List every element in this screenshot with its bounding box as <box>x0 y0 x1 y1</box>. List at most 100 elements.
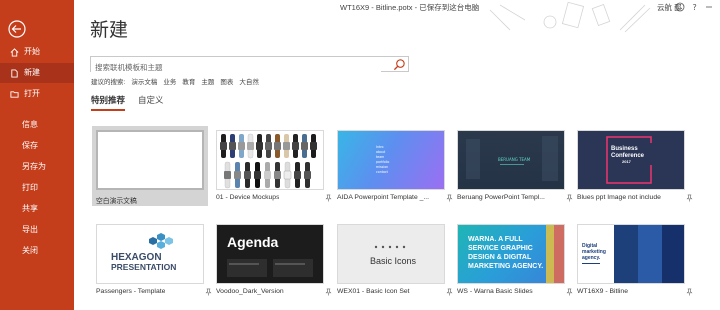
back-arrow-icon[interactable] <box>8 20 26 38</box>
template-card-voodoo[interactable]: Agenda Voodoo_Dark_Version <box>216 224 336 300</box>
template-caption: AIDA Powerpoint Template _... <box>337 194 457 202</box>
svg-text:PRESENTATION: PRESENTATION <box>111 262 176 272</box>
svg-text:Basic Icons: Basic Icons <box>370 256 417 266</box>
svg-text:portfolio: portfolio <box>376 160 389 164</box>
template-card-beruang[interactable]: BERUANG TEAM Beruang PowerPoint Templ... <box>457 130 577 210</box>
suggestion-link[interactable]: 主题 <box>201 76 214 86</box>
svg-text:2017: 2017 <box>622 159 632 164</box>
pin-icon[interactable] <box>325 194 332 202</box>
sidebar-item-label: 新建 <box>24 68 40 77</box>
sidebar-item-label: 关闭 <box>22 246 38 255</box>
template-card-blank[interactable]: 空白演示文稿 <box>92 126 208 206</box>
template-caption: Beruang PowerPoint Templ... <box>457 194 577 202</box>
template-caption: Passengers - Template <box>96 288 216 296</box>
sidebar-item-label: 开始 <box>24 47 40 56</box>
template-thumbnail: Agenda <box>216 224 324 284</box>
folder-icon <box>10 90 19 98</box>
template-thumbnail: WARNA. A FULL SERVICE GRAPHIC DESIGN & D… <box>457 224 565 284</box>
sidebar-item-label: 导出 <box>22 225 38 234</box>
pin-icon[interactable] <box>566 194 573 202</box>
svg-text:Business: Business <box>611 146 638 152</box>
pin-icon[interactable] <box>686 288 693 296</box>
page-title: 新建 <box>90 19 129 41</box>
smiley-icon[interactable] <box>675 2 685 12</box>
template-card-device-mockups[interactable]: 01 - Device Mockups <box>216 130 336 210</box>
sidebar-item-label: 信息 <box>22 120 38 129</box>
template-card-blues[interactable]: Business Conference 2017 Blues ppt Image… <box>577 130 697 210</box>
suggested-searches-label: 建议的搜索: <box>91 79 126 86</box>
svg-text:DESIGN & DIGITAL: DESIGN & DIGITAL <box>468 254 532 261</box>
sidebar-item-label: 打开 <box>24 89 40 98</box>
template-caption: Voodoo_Dark_Version <box>216 288 336 296</box>
suggestion-link[interactable]: 演示文稿 <box>131 76 157 86</box>
suggested-searches: 建议的搜索: 演示文稿 业务 教育 主题 图表 大自然 <box>91 76 259 86</box>
sidebar-item-label: 保存 <box>22 141 38 150</box>
svg-text:contact: contact <box>376 170 389 174</box>
sidebar-item-label: 另存为 <box>22 162 46 171</box>
sidebar-item-save[interactable]: 保存 <box>0 136 74 156</box>
template-thumbnail: Basic Icons <box>337 224 445 284</box>
search-icon[interactable] <box>393 58 406 71</box>
template-thumbnail: BERUANG TEAM <box>457 130 565 190</box>
template-thumbnail: Business Conference 2017 <box>577 130 685 190</box>
sidebar-item-print[interactable]: 打印 <box>0 178 74 198</box>
template-card-warna[interactable]: WARNA. A FULL SERVICE GRAPHIC DESIGN & D… <box>457 224 577 300</box>
template-thumbnail <box>216 130 324 190</box>
pin-icon[interactable] <box>446 288 453 296</box>
sidebar-item-label: 打印 <box>22 183 38 192</box>
template-thumbnail: Intro about team portfolio mission conta… <box>337 130 445 190</box>
template-caption: 01 - Device Mockups <box>216 194 336 202</box>
suggestion-link[interactable]: 业务 <box>163 76 176 86</box>
sidebar-item-save-as[interactable]: 另存为 <box>0 157 74 177</box>
template-thumbnail <box>96 130 204 190</box>
suggestion-link[interactable]: 教育 <box>182 76 195 86</box>
tab-featured[interactable]: 特别推荐 <box>91 94 126 111</box>
template-card-bitline[interactable]: Digital marketing agency. WT16X9 - Bitli… <box>577 224 697 300</box>
window-title: WT16X9 - Bitline.potx - 已保存到这台电脑 <box>340 3 480 12</box>
template-card-passengers[interactable]: HEXAGON PRESENTATION Passengers - Templa… <box>96 224 216 300</box>
suggestion-link[interactable]: 大自然 <box>239 76 259 86</box>
sidebar-item-export[interactable]: 导出 <box>0 220 74 240</box>
svg-text:WARNA. A FULL: WARNA. A FULL <box>468 236 523 243</box>
tab-custom[interactable]: 自定义 <box>138 94 164 111</box>
help-icon[interactable]: ? <box>690 2 700 12</box>
sidebar-item-label: 共享 <box>22 204 38 213</box>
svg-text:MARKETING AGENCY.: MARKETING AGENCY. <box>468 263 543 270</box>
sidebar-item-home[interactable]: 开始 <box>0 42 74 62</box>
sidebar-item-share[interactable]: 共享 <box>0 199 74 219</box>
template-caption: Blues ppt Image not include <box>577 194 697 202</box>
template-caption: WEX01 - Basic Icon Set <box>337 288 457 296</box>
template-thumbnail: Digital marketing agency. <box>577 224 685 284</box>
home-icon <box>10 47 19 57</box>
template-thumbnail: HEXAGON PRESENTATION <box>96 224 204 284</box>
svg-text:about: about <box>376 150 386 154</box>
sidebar-item-open[interactable]: 打开 <box>0 84 74 104</box>
template-caption: WT16X9 - Bitline <box>577 288 697 296</box>
svg-text:?: ? <box>693 3 697 12</box>
template-search-box <box>90 56 409 75</box>
suggestion-link[interactable]: 图表 <box>220 76 233 86</box>
template-caption: 空白演示文稿 <box>96 198 137 205</box>
backstage-sidebar: 开始 新建 打开 信息 保存 另存为 打印 共享 导出 关闭 <box>0 0 74 310</box>
svg-text:Intro: Intro <box>376 145 383 149</box>
sidebar-item-info[interactable]: 信息 <box>0 115 74 135</box>
new-file-icon <box>11 68 18 78</box>
minimize-icon[interactable] <box>704 2 714 12</box>
template-caption: WS - Warna Basic Slides <box>457 288 577 296</box>
pin-icon[interactable] <box>686 194 693 202</box>
template-tabs: 特别推荐 自定义 <box>91 94 164 111</box>
svg-text:agency.: agency. <box>582 255 601 261</box>
pin-icon[interactable] <box>205 288 212 296</box>
sidebar-item-close[interactable]: 关闭 <box>0 241 74 261</box>
svg-text:team: team <box>376 155 384 159</box>
svg-text:BERUANG TEAM: BERUANG TEAM <box>498 157 531 162</box>
pin-icon[interactable] <box>325 288 332 296</box>
pin-icon[interactable] <box>566 288 573 296</box>
svg-text:mission: mission <box>376 165 388 169</box>
template-card-aida[interactable]: Intro about team portfolio mission conta… <box>337 130 457 210</box>
svg-text:Agenda: Agenda <box>227 234 279 250</box>
sidebar-item-new[interactable]: 新建 <box>0 63 74 83</box>
template-search-input[interactable] <box>91 60 381 75</box>
pin-icon[interactable] <box>446 194 453 202</box>
template-card-wex01[interactable]: Basic Icons WEX01 - Basic Icon Set <box>337 224 457 300</box>
